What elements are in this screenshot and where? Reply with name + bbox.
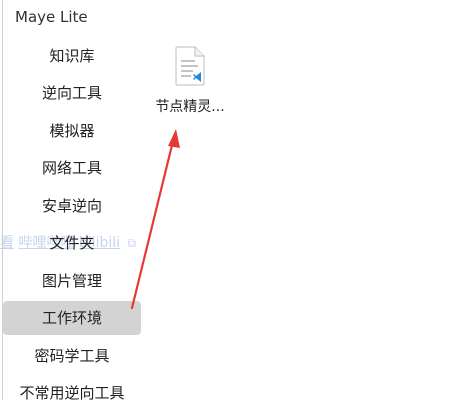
- app-window: 看 哔哩哔哩 bilibili ⧉ Maye Lite 知识库 逆向工具 模拟器…: [0, 0, 474, 400]
- arrow-head: [168, 129, 180, 148]
- annotation-arrow: [130, 129, 180, 310]
- arrow-shaft: [130, 135, 176, 310]
